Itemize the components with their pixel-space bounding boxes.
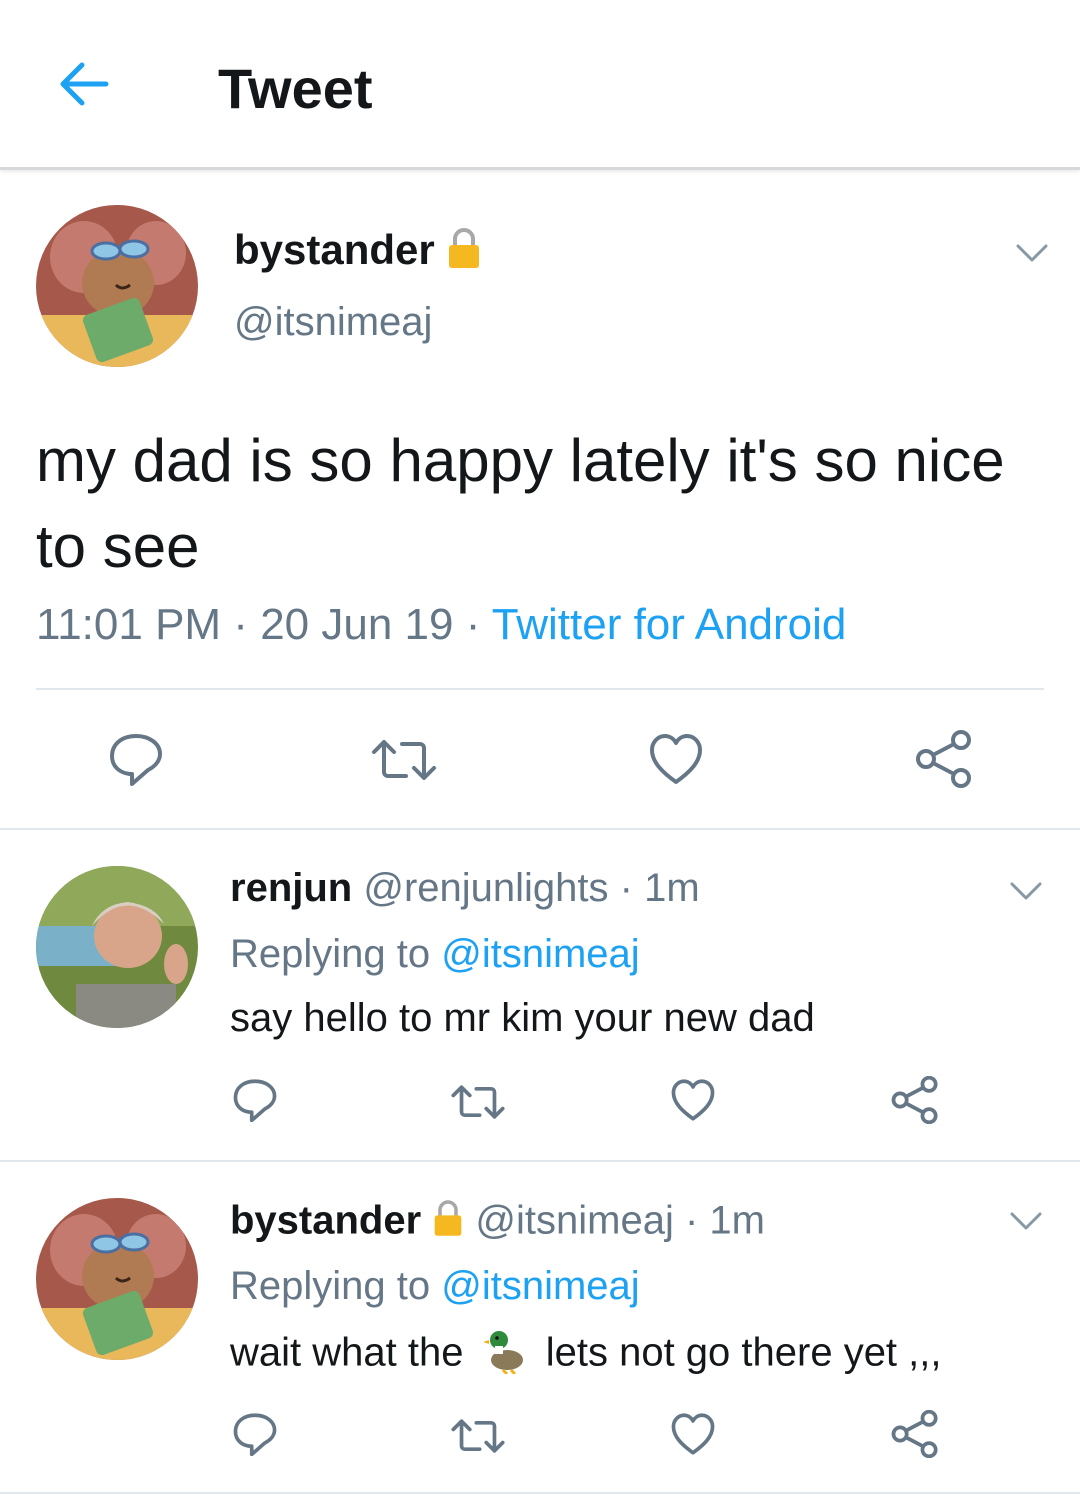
reply-author-handle[interactable]: @itsnimeaj: [475, 1199, 673, 1243]
retweet-button[interactable]: [370, 736, 438, 789]
lock-icon: [432, 1198, 464, 1248]
tweet-date: 20 Jun 19: [260, 600, 454, 649]
reply-author-name[interactable]: bystander: [230, 1199, 421, 1243]
replying-to-mention[interactable]: @itsnimeaj: [441, 932, 639, 976]
tweet-options-button[interactable]: [1012, 238, 1052, 268]
retweet-icon: [372, 740, 436, 780]
avatar-reply-author[interactable]: [36, 1198, 198, 1360]
retweet-button[interactable]: [450, 1416, 506, 1461]
reply-icon: [233, 1413, 277, 1457]
reply-icon: [233, 1079, 277, 1123]
reply-text-after: lets not go there yet ,,,: [545, 1330, 942, 1375]
reply-age: · 1m: [673, 1198, 765, 1243]
chevron-down-icon: [1010, 1212, 1042, 1230]
divider: [36, 688, 1044, 690]
reply-text: say hello to mr kim your new dad: [230, 996, 815, 1040]
back-button[interactable]: [52, 52, 116, 116]
reply-text: wait what the lets not go there yet ,,,: [230, 1326, 942, 1384]
tweet-metadata: 11:01 PM · 20 Jun 19 · Twitter for Andro…: [36, 600, 846, 650]
reply-text-before: wait what the: [230, 1330, 464, 1375]
tweet-separator: [0, 1160, 1080, 1162]
replying-to-line: Replying to @itsnimeaj: [230, 1264, 640, 1309]
avatar-photo: [36, 866, 198, 1028]
reply-header: renjun @renjunlights · 1m: [230, 866, 700, 911]
tweet-separator: [0, 1492, 1080, 1494]
chevron-down-icon: [1010, 882, 1042, 900]
page-title: Tweet: [218, 57, 373, 120]
share-icon: [891, 1409, 938, 1459]
share-icon: [916, 730, 971, 788]
duck-emoji: [481, 1326, 529, 1384]
meta-separator: ·: [453, 600, 492, 649]
like-button[interactable]: [670, 1078, 716, 1127]
arrow-left-icon: [60, 62, 109, 106]
author-name[interactable]: bystander: [234, 226, 435, 273]
lock-icon: [446, 226, 482, 280]
reply-options-button[interactable]: [1006, 876, 1046, 906]
reply-button[interactable]: [108, 732, 164, 791]
tweet-text: my dad is so happy lately it's so nice t…: [36, 427, 1005, 580]
main-tweet-actions: [0, 730, 1080, 790]
heart-icon: [650, 734, 702, 784]
reply-author-name[interactable]: renjun: [230, 866, 352, 910]
tweet-source-link[interactable]: Twitter for Android: [492, 600, 847, 649]
reply-author-handle[interactable]: @renjunlights: [363, 866, 608, 910]
reply-icon: [110, 734, 162, 786]
avatar-cartoon-mouse: [36, 1198, 198, 1360]
reply-button[interactable]: [232, 1412, 278, 1461]
meta-separator: ·: [221, 600, 261, 649]
reply-actions: [0, 1075, 1080, 1129]
share-button[interactable]: [890, 1075, 940, 1129]
replying-to-mention[interactable]: @itsnimeaj: [441, 1264, 639, 1308]
reply-header: bystander @itsnimeaj · 1m: [230, 1198, 765, 1248]
reply-actions: [0, 1409, 1080, 1463]
retweet-icon: [451, 1085, 505, 1119]
replying-to-line: Replying to @itsnimeaj: [230, 932, 640, 977]
avatar-main-author[interactable]: [36, 205, 198, 367]
reply-age: · 1m: [608, 866, 700, 910]
tweet-separator: [0, 828, 1080, 830]
retweet-icon: [451, 1419, 505, 1453]
author-handle[interactable]: @itsnimeaj: [234, 300, 432, 345]
tweet-time: 11:01 PM: [36, 600, 222, 649]
heart-icon: [671, 1413, 715, 1455]
avatar-reply-author[interactable]: [36, 866, 198, 1028]
like-button[interactable]: [648, 732, 704, 791]
chevron-down-icon: [1016, 244, 1048, 262]
like-button[interactable]: [670, 1412, 716, 1461]
reply-options-button[interactable]: [1006, 1206, 1046, 1236]
retweet-button[interactable]: [450, 1082, 506, 1127]
top-app-bar: Tweet: [0, 0, 1080, 170]
heart-icon: [671, 1079, 715, 1121]
replying-to-label: Replying to: [230, 1264, 442, 1308]
share-button[interactable]: [914, 730, 974, 793]
share-button[interactable]: [890, 1409, 940, 1463]
replying-to-label: Replying to: [230, 932, 442, 976]
share-icon: [891, 1075, 938, 1125]
reply-button[interactable]: [232, 1078, 278, 1127]
author-name-row: bystander: [234, 226, 482, 280]
avatar-cartoon-mouse: [36, 205, 198, 367]
